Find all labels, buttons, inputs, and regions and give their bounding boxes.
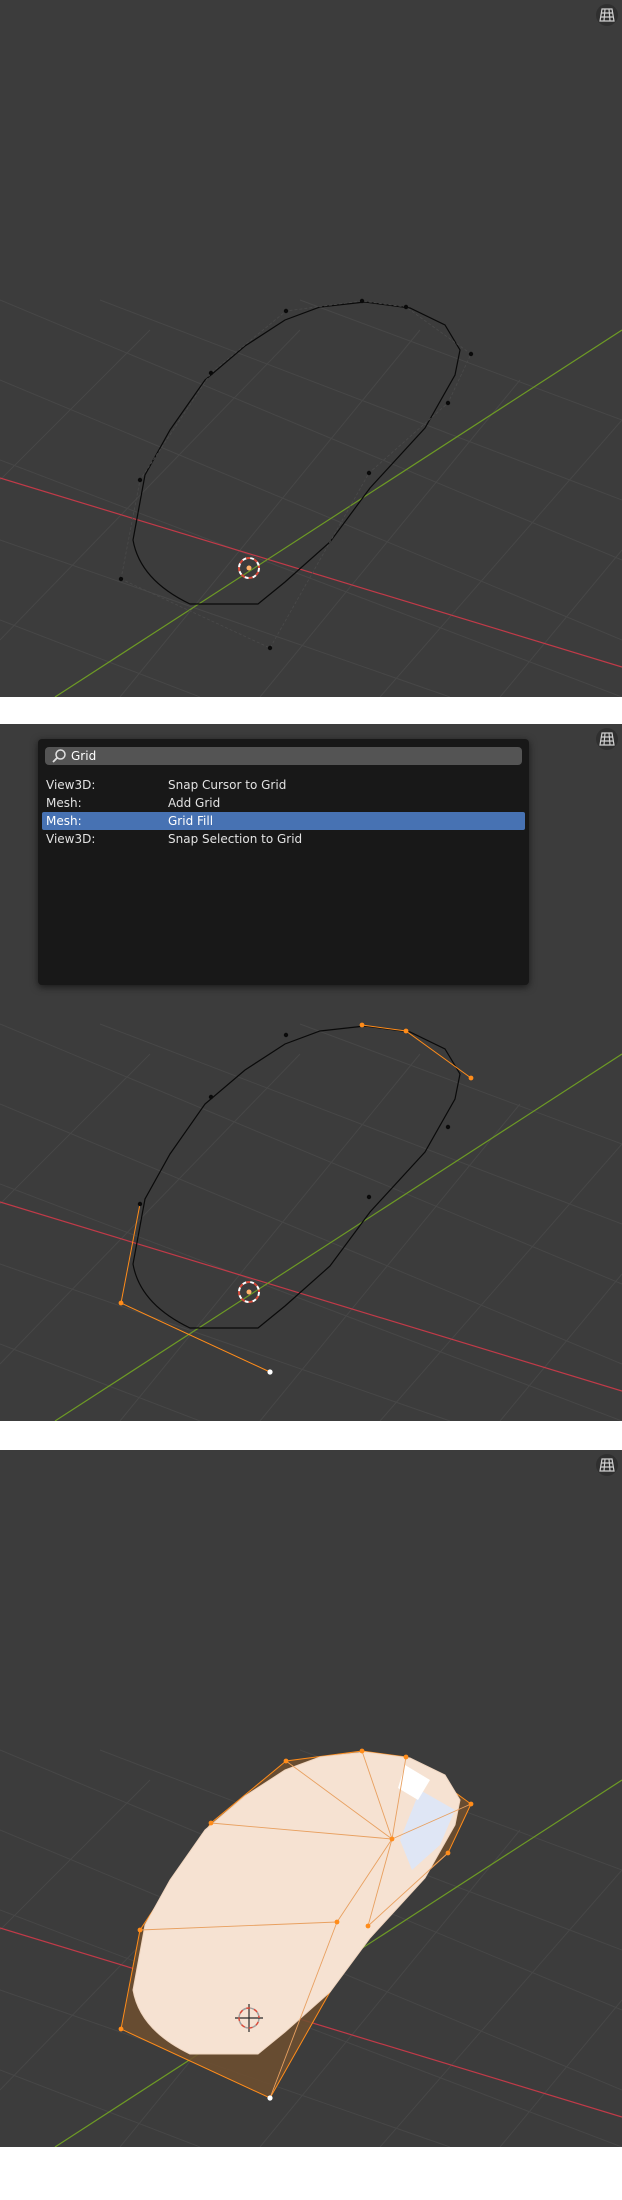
operator-search-menu[interactable]: View3D: Snap Cursor to Grid Mesh: Add Gr… (38, 739, 529, 985)
result-category: Mesh: (46, 796, 82, 810)
result-category: View3D: (46, 778, 96, 792)
viewport-panel-3[interactable] (0, 1450, 622, 2147)
floor-grid (0, 299, 622, 697)
result-row[interactable]: Mesh: Add Grid (42, 794, 525, 812)
3d-cursor-icon[interactable] (238, 1281, 260, 1303)
search-field[interactable] (45, 747, 522, 765)
control-points[interactable] (118, 1022, 474, 1375)
view-grid-icon[interactable] (596, 4, 618, 26)
result-category: Mesh: (46, 814, 82, 828)
curve-wire[interactable] (132, 1025, 461, 1329)
result-row[interactable]: View3D: Snap Selection to Grid (42, 830, 525, 848)
viewport-panel-2[interactable]: View3D: Snap Cursor to Grid Mesh: Add Gr… (0, 724, 622, 1421)
search-results: View3D: Snap Cursor to Grid Mesh: Add Gr… (42, 776, 525, 848)
curve-wire[interactable] (132, 301, 461, 605)
result-category: View3D: (46, 832, 96, 846)
viewport-canvas-3[interactable] (0, 1450, 622, 2147)
floor-grid (0, 1023, 622, 1421)
result-row[interactable]: View3D: Snap Cursor to Grid (42, 776, 525, 794)
result-label: Snap Selection to Grid (168, 832, 303, 846)
viewport-panel-1[interactable] (0, 0, 622, 697)
viewport-canvas-1[interactable] (0, 0, 622, 697)
view-grid-icon[interactable] (596, 728, 618, 750)
selected-edges (361, 1024, 472, 1079)
search-input[interactable] (71, 749, 491, 763)
filled-face[interactable] (132, 1751, 461, 2055)
selected-edges-lower (120, 1203, 271, 1373)
control-points[interactable] (118, 298, 474, 651)
magnifier-icon (52, 749, 66, 763)
result-label: Add Grid (168, 796, 221, 810)
view-grid-icon[interactable] (596, 1454, 618, 1476)
result-label: Grid Fill (168, 814, 214, 828)
result-label: Snap Cursor to Grid (168, 778, 287, 792)
3d-cursor-icon[interactable] (238, 557, 260, 579)
result-row-highlighted[interactable]: Mesh: Grid Fill (42, 812, 525, 830)
